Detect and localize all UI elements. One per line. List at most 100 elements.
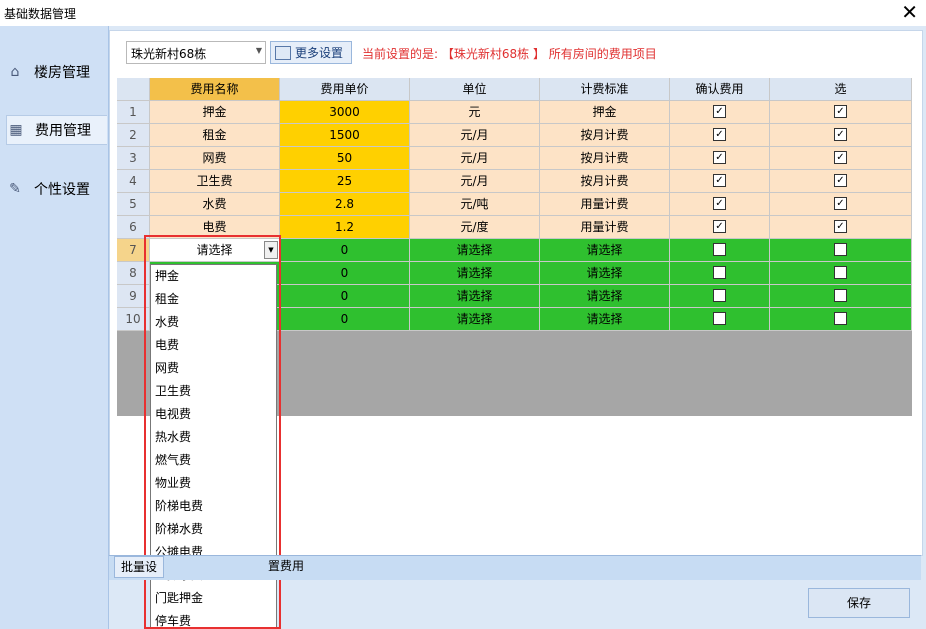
cell-unit[interactable]: 请选择 [410, 262, 540, 285]
checked-checkbox[interactable]: ✓ [713, 128, 726, 141]
cell-price[interactable]: 3000 [280, 101, 410, 124]
cell-unit[interactable]: 请选择 [410, 239, 540, 262]
checked-checkbox[interactable]: ✓ [834, 105, 847, 118]
cell-price[interactable]: 1500 [280, 124, 410, 147]
cell-confirm[interactable]: ✓ [670, 193, 770, 216]
cell-confirm[interactable] [670, 239, 770, 262]
cell-std[interactable]: 用量计费 [540, 193, 670, 216]
table-row[interactable]: 7 请选择 ▼ 0 请选择 请选择 [117, 239, 912, 262]
tab-fees[interactable]: 置费用 [262, 556, 310, 576]
cell-price[interactable]: 0 [280, 239, 410, 262]
row-number[interactable]: 2 [117, 124, 150, 147]
cell-confirm[interactable] [670, 285, 770, 308]
row-number[interactable]: 7 [117, 239, 150, 262]
chevron-down-icon[interactable]: ▼ [264, 241, 278, 259]
header-confirm[interactable]: 确认费用 [670, 78, 770, 101]
dropdown-option[interactable]: 租金 [151, 288, 276, 311]
cell-unit[interactable]: 元/吨 [410, 193, 540, 216]
dropdown-option[interactable]: 门匙押金 [151, 587, 276, 610]
sidebar-item-building[interactable]: ⌂ 楼房管理 [6, 58, 106, 86]
sidebar-item-fees[interactable]: ▦ 费用管理 [6, 115, 107, 145]
cell-name[interactable]: 网费 [150, 147, 280, 170]
cell-confirm[interactable] [670, 262, 770, 285]
checkbox[interactable] [713, 243, 726, 256]
header-standard[interactable]: 计费标准 [540, 78, 670, 101]
cell-std[interactable]: 请选择 [540, 239, 670, 262]
dropdown-option[interactable]: 停车费 [151, 610, 276, 627]
cell-price[interactable]: 0 [280, 308, 410, 331]
checkbox[interactable] [834, 266, 847, 279]
sidebar-item-personal[interactable]: ✎ 个性设置 [6, 175, 106, 203]
cell-sel[interactable] [770, 239, 912, 262]
dropdown-option[interactable]: 电视费 [151, 403, 276, 426]
dropdown-option[interactable]: 网费 [151, 357, 276, 380]
checked-checkbox[interactable]: ✓ [713, 105, 726, 118]
row-number[interactable]: 10 [117, 308, 150, 331]
table-row[interactable]: 5 水费 2.8 元/吨 用量计费 ✓ ✓ [117, 193, 912, 216]
cell-unit[interactable]: 请选择 [410, 308, 540, 331]
checked-checkbox[interactable]: ✓ [713, 174, 726, 187]
dropdown-option[interactable]: 阶梯水费 [151, 518, 276, 541]
close-icon[interactable]: ✕ [901, 1, 918, 23]
dropdown-option[interactable]: 押金 [151, 265, 276, 288]
cell-confirm[interactable]: ✓ [670, 124, 770, 147]
checked-checkbox[interactable]: ✓ [713, 151, 726, 164]
table-row[interactable]: 2 租金 1500 元/月 按月计费 ✓ ✓ [117, 124, 912, 147]
cell-confirm[interactable] [670, 308, 770, 331]
cell-std[interactable]: 请选择 [540, 262, 670, 285]
cell-price[interactable]: 50 [280, 147, 410, 170]
row-number[interactable]: 5 [117, 193, 150, 216]
cell-confirm[interactable]: ✓ [670, 170, 770, 193]
cell-name[interactable]: 卫生费 [150, 170, 280, 193]
cell-name[interactable]: 租金 [150, 124, 280, 147]
save-button[interactable]: 保存 [808, 588, 910, 618]
cell-sel[interactable]: ✓ [770, 170, 912, 193]
cell-confirm[interactable]: ✓ [670, 101, 770, 124]
cell-sel[interactable]: ✓ [770, 216, 912, 239]
dropdown-option[interactable]: 燃气费 [151, 449, 276, 472]
cell-confirm[interactable]: ✓ [670, 147, 770, 170]
cell-sel[interactable] [770, 308, 912, 331]
row-number[interactable]: 9 [117, 285, 150, 308]
cell-price[interactable]: 25 [280, 170, 410, 193]
checkbox[interactable] [713, 289, 726, 302]
cell-confirm[interactable]: ✓ [670, 216, 770, 239]
checked-checkbox[interactable]: ✓ [834, 220, 847, 233]
table-row[interactable]: 4 卫生费 25 元/月 按月计费 ✓ ✓ [117, 170, 912, 193]
checkbox[interactable] [834, 289, 847, 302]
cell-std[interactable]: 按月计费 [540, 147, 670, 170]
cell-unit[interactable]: 元 [410, 101, 540, 124]
cell-name[interactable]: 电费 [150, 216, 280, 239]
cell-unit[interactable]: 元/月 [410, 124, 540, 147]
row-number[interactable]: 1 [117, 101, 150, 124]
dropdown-option[interactable]: 水费 [151, 311, 276, 334]
table-row[interactable]: 6 电费 1.2 元/度 用量计费 ✓ ✓ [117, 216, 912, 239]
cell-std[interactable]: 押金 [540, 101, 670, 124]
row-number[interactable]: 8 [117, 262, 150, 285]
checked-checkbox[interactable]: ✓ [713, 220, 726, 233]
dropdown-option[interactable]: 物业费 [151, 472, 276, 495]
cell-unit[interactable]: 元/月 [410, 170, 540, 193]
header-select[interactable]: 选 [770, 78, 912, 101]
cell-std[interactable]: 按月计费 [540, 170, 670, 193]
checked-checkbox[interactable]: ✓ [834, 174, 847, 187]
cell-sel[interactable] [770, 262, 912, 285]
checkbox[interactable] [834, 243, 847, 256]
dropdown-option[interactable]: 阶梯电费 [151, 495, 276, 518]
dropdown-option[interactable]: 电费 [151, 334, 276, 357]
checkbox[interactable] [834, 312, 847, 325]
cell-price[interactable]: 0 [280, 285, 410, 308]
cell-std[interactable]: 用量计费 [540, 216, 670, 239]
checked-checkbox[interactable]: ✓ [834, 151, 847, 164]
cell-unit[interactable]: 请选择 [410, 285, 540, 308]
header-unit[interactable]: 单位 [410, 78, 540, 101]
checked-checkbox[interactable]: ✓ [834, 128, 847, 141]
cell-unit[interactable]: 元/度 [410, 216, 540, 239]
header-name[interactable]: 费用名称 [150, 78, 280, 101]
dropdown-option[interactable]: 卫生费 [151, 380, 276, 403]
cell-sel[interactable]: ✓ [770, 124, 912, 147]
cell-name[interactable]: 押金 [150, 101, 280, 124]
tab-batch[interactable]: 批量设 [114, 556, 165, 578]
cell-sel[interactable] [770, 285, 912, 308]
cell-name[interactable]: 水费 [150, 193, 280, 216]
